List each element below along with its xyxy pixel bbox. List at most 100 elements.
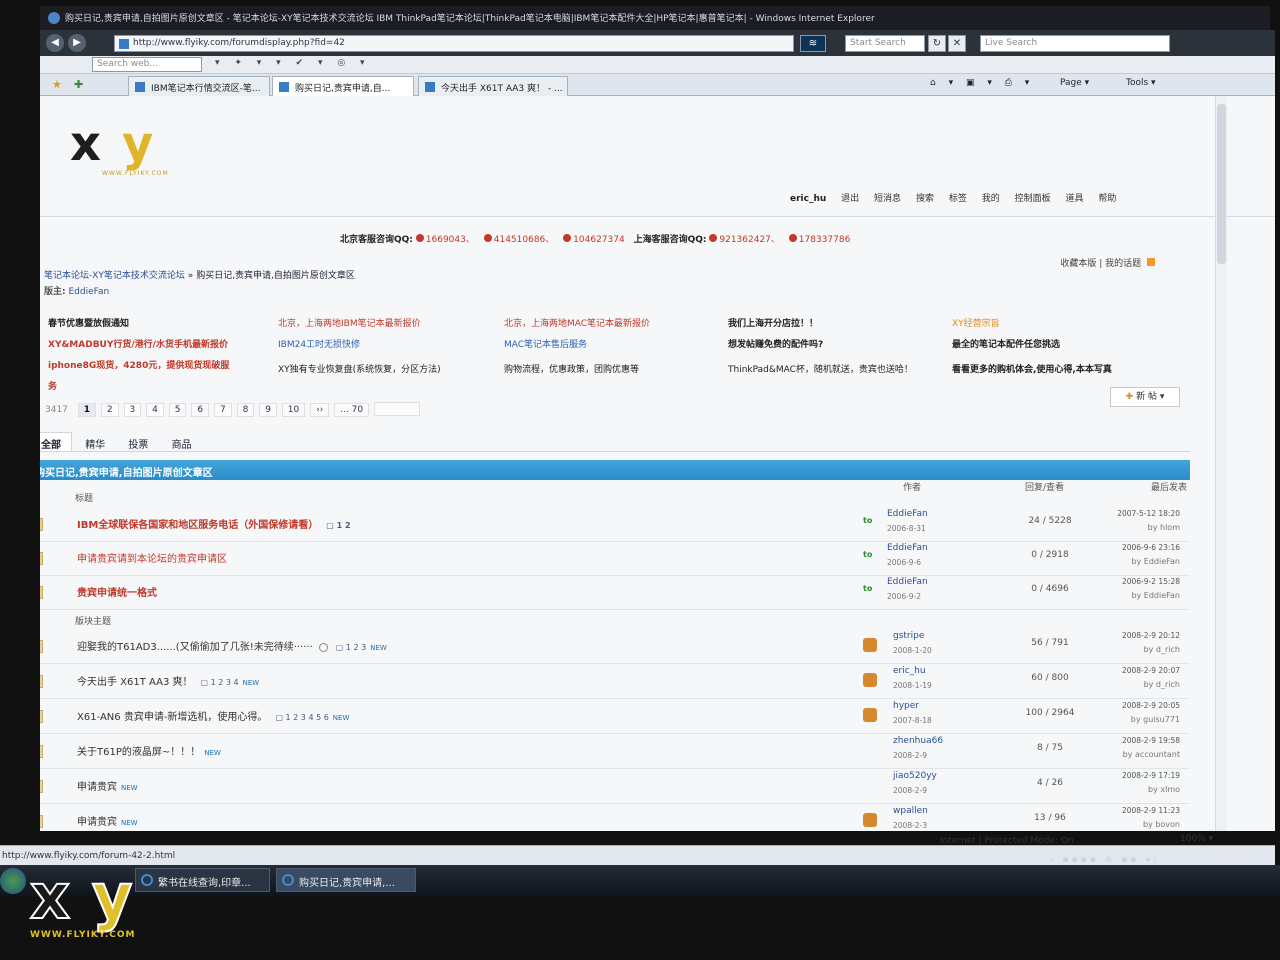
page-jump-input[interactable] [373,402,420,416]
page-next[interactable]: ›› [310,402,330,417]
thread-author[interactable]: zhenhua66 [893,736,943,746]
page-link[interactable]: 4 [146,402,164,417]
last-post-date[interactable]: 2008-2-9 20:05 [1095,701,1180,710]
announcement-link[interactable]: 北京，上海两地IBM笔记本最新报价 [278,314,518,335]
nav-items[interactable]: 道具 [1066,194,1084,204]
page-link[interactable]: 10 [281,402,306,417]
page-scrollbar[interactable] [1215,96,1227,831]
nav-search[interactable]: 搜索 [916,194,934,204]
thread-author[interactable]: EddieFan [887,509,928,519]
last-post-date[interactable]: 2008-2-9 11:23 [1095,806,1180,815]
thread-title[interactable]: IBM全球联保各国家和地区服务电话（外国保修请看） ▢ 1 2 [77,516,351,531]
table-row[interactable]: 贵宾申请统一格式 to EddieFan 2006-9-2 0 / 4696 2… [40,574,1190,610]
thread-title[interactable]: 关于T61P的液晶屏~！！！ NEW [77,743,221,758]
last-post-date[interactable]: 2008-2-9 17:19 [1095,771,1180,780]
announcement-link[interactable]: 北京，上海两地MAC笔记本最新报价 [504,314,744,335]
table-row[interactable]: 申请贵宾 NEW wpallen 2008-2-3 13 / 96 2008-2-… [40,803,1190,831]
breadcrumb-home[interactable]: 笔记本论坛-XY笔记本技术交流论坛 [44,271,185,281]
table-row[interactable]: 迎娶我的T61AD3......(又偷偷加了几张!未完待续······ ▢ 1 2… [40,628,1190,664]
bookmark-forum-link[interactable]: 收藏本版 [1060,259,1096,269]
qq-number[interactable]: 104627374 [573,235,625,245]
thread-author[interactable]: hyper [893,701,919,711]
page-link[interactable]: 9 [259,402,277,417]
last-post-by[interactable]: by guisu771 [1095,715,1180,724]
last-post-by[interactable]: by d_rich [1095,680,1180,689]
refresh-icon[interactable]: ↻ [928,35,946,52]
announcement-link[interactable]: 务 [48,377,288,398]
tools-menu[interactable]: Tools ▾ [1126,78,1156,88]
table-row[interactable]: 今天出手 X61T AA3 爽！ ▢ 1 2 3 4 NEW eric_hu 200… [40,663,1190,699]
thread-author[interactable]: jiao520yy [893,771,937,781]
address-bar[interactable]: http://www.flyiky.com/forumdisplay.php?f… [114,35,794,52]
nav-control-panel[interactable]: 控制面板 [1015,194,1051,204]
nav-help[interactable]: 帮助 [1098,194,1116,204]
scrollbar-thumb[interactable] [1217,104,1226,264]
last-post-date[interactable]: 2008-2-9 20:12 [1095,631,1180,640]
start-search-box[interactable]: Start Search [845,35,925,52]
nav-logout[interactable]: 退出 [841,194,859,204]
thread-title[interactable]: 申请贵宾请到本论坛的贵宾申请区 [77,550,227,565]
announcement-link[interactable]: 想发帖赚免费的配件吗? [728,335,968,356]
announcement-link[interactable]: 我们上海开分店拉！！ [728,314,968,335]
table-row[interactable]: 申请贵宾请到本论坛的贵宾申请区 to EddieFan 2006-9-6 0 /… [40,540,1190,576]
announcement-link[interactable]: ThinkPad&MAC杯，随机就送，贵宾也送哈！ [728,360,968,381]
page-last[interactable]: ... 70 [334,402,370,417]
toolbar-icons[interactable]: ▾ ✦ ▾ ▾ ✔ ▾ ◎ ▾ [215,58,371,68]
announcement-link[interactable]: MAC笔记本售后服务 [504,335,744,356]
system-tray-icons[interactable]: ‹ ▪▪▪▪ ⊕ ▪▪ ◂) [1050,855,1210,867]
thread-title[interactable]: 迎娶我的T61AD3......(又偷偷加了几张!未完待续······ ▢ 1 2… [77,638,387,653]
tab-trade[interactable]: 商品 [162,433,202,452]
last-post-date[interactable]: 2008-2-9 20:07 [1095,666,1180,675]
announcement-link[interactable]: iphone8G现货，4280元，提供现货现破服 [48,356,288,377]
thread-author[interactable]: gstripe [893,631,924,641]
last-post-by[interactable]: by d_rich [1095,645,1180,654]
thread-title[interactable]: 申请贵宾 NEW [77,813,138,828]
favorites-star-icon[interactable]: ★ [52,78,62,91]
announcement-link[interactable]: XY经营宗旨 [952,314,1192,335]
tab-digest[interactable]: 精华 [75,433,115,452]
qq-number[interactable]: 921362427、 [719,235,780,245]
last-post-date[interactable]: 2007-5-12 18:20 [1095,509,1180,518]
tab-2[interactable]: 购买日记,贵宾申请,自... [272,76,414,96]
page-link[interactable]: 2 [100,402,119,417]
page-link[interactable]: 6 [191,402,210,417]
taskbar-clock[interactable]: 21:38 [1218,853,1244,863]
thread-author[interactable]: eric_hu [893,666,926,676]
table-row[interactable]: X61-AN6 贵宾申请-新增选机，使用心得。 ▢ 1 2 3 4 5 6 NEW … [40,698,1190,734]
page-link[interactable]: 3 [123,402,142,417]
command-bar-icons[interactable]: ⌂ ▾ ▣ ▾ ⎙ ▾ [930,78,1034,88]
tab-1[interactable]: IBM笔记本行情交流区-笔... [128,76,270,96]
last-post-by[interactable]: by EddieFan [1095,591,1180,600]
last-post-date[interactable]: 2006-9-2 15:28 [1095,577,1180,586]
zoom-level[interactable]: 100% ▾ [1180,834,1213,844]
my-topics-link[interactable]: 我的话题 [1105,259,1141,269]
last-post-by[interactable]: by accountant [1095,750,1180,759]
thread-title[interactable]: 今天出手 X61T AA3 爽！ ▢ 1 2 3 4 NEW [77,673,259,688]
tab-poll[interactable]: 投票 [118,433,158,452]
qq-number[interactable]: 414510686、 [494,235,555,245]
announcement-link[interactable]: 最全的笔记本配件任您挑选 [952,335,1192,356]
forward-arrow-icon[interactable]: ▶ [68,34,86,52]
announcement-link[interactable]: IBM24工时无损快修 [278,335,518,356]
table-row[interactable]: 关于T61P的液晶屏~！！！ NEW zhenhua66 2008-2-9 8 /… [40,733,1190,769]
rss-icon[interactable] [1147,258,1155,266]
last-post-date[interactable]: 2006-9-6 23:16 [1095,543,1180,552]
qq-number[interactable]: 178337786 [799,235,851,245]
nav-mine[interactable]: 我的 [982,194,1000,204]
moderator-name[interactable]: EddieFan [68,287,109,297]
table-row[interactable]: 申请贵宾 NEW jiao520yy 2008-2-9 4 / 26 2008-2… [40,768,1190,804]
nav-messages[interactable]: 短消息 [874,194,901,204]
page-link[interactable]: 7 [213,402,232,417]
thread-author[interactable]: wpallen [893,806,928,816]
taskbar-button-2[interactable]: 购买日记,贵宾申请,... [276,868,416,892]
thread-title[interactable]: 贵宾申请统一格式 [77,584,157,599]
tab-3[interactable]: 今天出手 X61T AA3 爽！ - ... [418,76,568,96]
table-row[interactable]: IBM全球联保各国家和地区服务电话（外国保修请看） ▢ 1 2 to EddieF… [40,506,1190,542]
stop-icon[interactable]: ✕ [948,35,966,52]
announcement-link[interactable]: 春节优惠暨放假通知 [48,314,288,335]
last-post-date[interactable]: 2008-2-9 19:58 [1095,736,1180,745]
qq-number[interactable]: 1669043、 [426,235,475,245]
page-link[interactable]: 8 [236,402,255,417]
last-post-by[interactable]: by EddieFan [1095,557,1180,566]
page-menu[interactable]: Page ▾ [1060,78,1089,88]
